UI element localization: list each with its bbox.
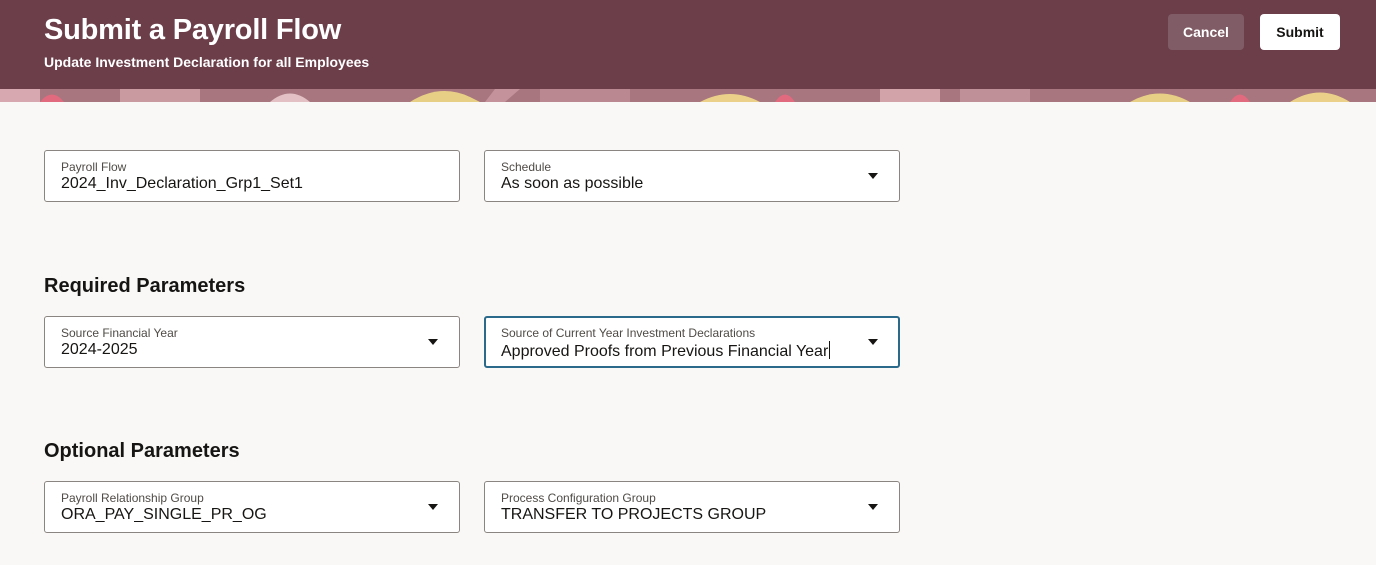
source-declarations-select[interactable]: Source of Current Year Investment Declar… bbox=[484, 316, 900, 368]
chevron-down-icon[interactable] bbox=[868, 173, 878, 179]
cancel-button[interactable]: Cancel bbox=[1168, 14, 1244, 50]
payroll-flow-label: Payroll Flow bbox=[61, 160, 127, 174]
process-configuration-group-label: Process Configuration Group bbox=[501, 491, 656, 505]
text-cursor bbox=[829, 341, 831, 359]
header-decorative-pattern bbox=[0, 89, 1376, 102]
chevron-down-icon[interactable] bbox=[428, 339, 438, 345]
optional-parameters-heading: Optional Parameters bbox=[44, 440, 240, 462]
source-declarations-label: Source of Current Year Investment Declar… bbox=[501, 326, 756, 340]
payroll-relationship-group-select[interactable]: Payroll Relationship Group ORA_PAY_SINGL… bbox=[44, 481, 460, 533]
schedule-value: As soon as possible bbox=[501, 175, 644, 192]
page-header: Submit a Payroll Flow Update Investment … bbox=[0, 0, 1376, 102]
page-subtitle: Update Investment Declaration for all Em… bbox=[44, 54, 370, 70]
schedule-select[interactable]: Schedule As soon as possible bbox=[484, 150, 900, 202]
page-title: Submit a Payroll Flow bbox=[44, 14, 342, 46]
source-financial-year-label: Source Financial Year bbox=[61, 326, 178, 340]
chevron-down-icon[interactable] bbox=[428, 504, 438, 510]
schedule-label: Schedule bbox=[501, 160, 552, 174]
required-parameters-heading: Required Parameters bbox=[44, 275, 246, 297]
source-financial-year-select[interactable]: Source Financial Year 2024-2025 bbox=[44, 316, 460, 368]
process-configuration-group-select[interactable]: Process Configuration Group TRANSFER TO … bbox=[484, 481, 900, 533]
source-declarations-value-wrap: Approved Proofs from Previous Financial … bbox=[501, 341, 831, 361]
payroll-relationship-group-label: Payroll Relationship Group bbox=[61, 491, 204, 505]
process-configuration-group-value: TRANSFER TO PROJECTS GROUP bbox=[501, 506, 767, 523]
chevron-down-icon[interactable] bbox=[868, 504, 878, 510]
payroll-relationship-group-value: ORA_PAY_SINGLE_PR_OG bbox=[61, 506, 267, 523]
source-financial-year-value: 2024-2025 bbox=[61, 341, 138, 358]
payroll-flow-value: 2024_Inv_Declaration_Grp1_Set1 bbox=[61, 175, 303, 192]
chevron-down-icon[interactable] bbox=[868, 339, 878, 345]
payroll-flow-field[interactable]: Payroll Flow 2024_Inv_Declaration_Grp1_S… bbox=[44, 150, 460, 202]
submit-button[interactable]: Submit bbox=[1260, 14, 1340, 50]
source-declarations-value: Approved Proofs from Previous Financial … bbox=[501, 343, 829, 360]
